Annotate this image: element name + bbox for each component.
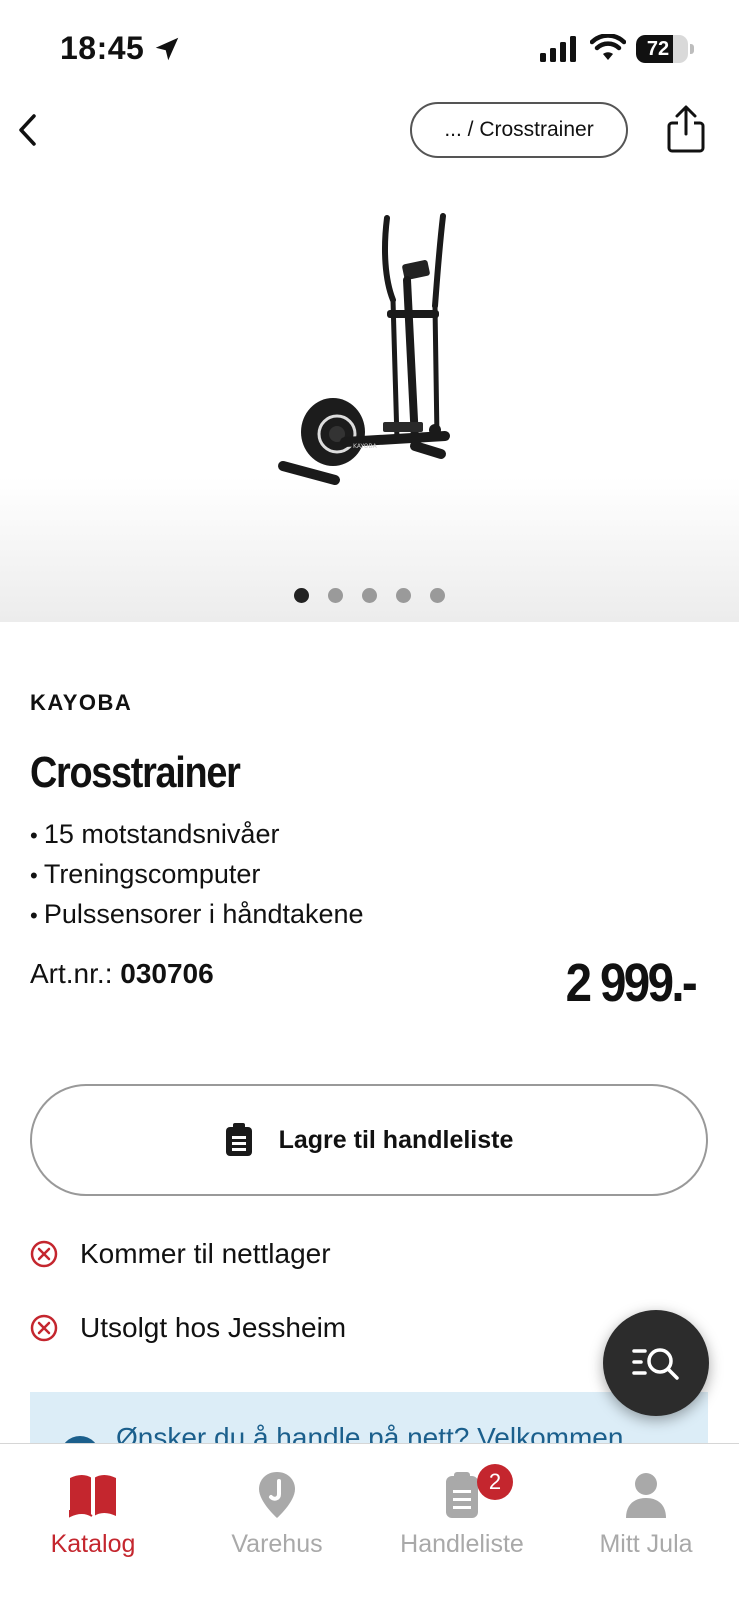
availability-store-text: Utsolgt hos Jessheim — [80, 1312, 347, 1343]
share-button[interactable] — [664, 104, 708, 154]
product-image: KAYOBA — [278, 213, 450, 485]
product-price: 2 999.- — [565, 953, 698, 1013]
svg-text:KAYOBA: KAYOBA — [353, 443, 378, 450]
gallery-pagination-dots[interactable] — [0, 588, 739, 603]
x-circle-icon — [30, 1314, 58, 1342]
product-title: Crosstrainer — [30, 748, 241, 797]
cellular-signal-icon — [540, 36, 576, 62]
search-menu-fab[interactable] — [603, 1310, 709, 1416]
gallery-dot[interactable] — [328, 588, 343, 603]
article-number: Art.nr.: 030706 — [30, 958, 214, 990]
tab-katalog[interactable]: Katalog — [3, 1470, 183, 1559]
location-arrow-icon — [155, 37, 179, 61]
availability-online-text: Kommer til nettlager — [80, 1238, 331, 1269]
chevron-left-icon — [19, 114, 36, 146]
tab-handleliste[interactable]: 2 Handleliste — [372, 1464, 552, 1559]
x-circle-icon — [30, 1240, 58, 1268]
gallery-dot[interactable] — [396, 588, 411, 603]
clipboard-icon — [225, 1123, 252, 1156]
availability-store: Utsolgt hos Jessheim — [30, 1312, 346, 1344]
article-number-label: Art.nr.: — [30, 958, 113, 989]
feature-item: Pulssensorer i håndtakene — [30, 895, 364, 935]
article-number-value: 030706 — [120, 958, 214, 989]
status-bar: 18:45 72 — [0, 0, 739, 100]
product-features: 15 motstandsnivåer Treningscomputer Puls… — [30, 815, 364, 935]
save-to-list-label: Lagre til handleliste — [278, 1125, 514, 1154]
tab-label: Varehus — [231, 1530, 323, 1558]
gallery-dot[interactable] — [294, 588, 309, 603]
location-pin-icon — [259, 1472, 295, 1518]
availability-online: Kommer til nettlager — [30, 1238, 331, 1270]
back-button[interactable] — [8, 108, 48, 152]
gallery-dot[interactable] — [362, 588, 377, 603]
product-image-gallery[interactable]: KAYOBA — [0, 170, 739, 622]
book-icon — [69, 1475, 116, 1518]
save-to-list-button[interactable]: Lagre til handleliste — [30, 1084, 708, 1196]
share-icon — [667, 105, 705, 153]
tab-label: Mitt Jula — [599, 1530, 693, 1558]
handleliste-badge: 2 — [477, 1464, 513, 1500]
feature-item: 15 motstandsnivåer — [30, 815, 364, 855]
breadcrumb[interactable]: ... / Crosstrainer — [410, 102, 628, 158]
tab-mitt-jula[interactable]: Mitt Jula — [556, 1470, 736, 1559]
tab-varehus[interactable]: Varehus — [187, 1470, 367, 1559]
tab-label: Handleliste — [400, 1530, 524, 1558]
feature-item: Treningscomputer — [30, 855, 364, 895]
bottom-tab-bar: Katalog Varehus 2 Handleliste Mitt Jula — [0, 1443, 739, 1600]
brand-logo: KAYOBA — [30, 690, 133, 715]
tab-label: Katalog — [50, 1530, 136, 1558]
search-list-icon — [632, 1348, 679, 1380]
gallery-dot[interactable] — [430, 588, 445, 603]
battery-percentage: 72 — [646, 38, 670, 60]
status-time: 18:45 — [60, 30, 145, 66]
wifi-icon — [590, 34, 626, 60]
person-icon — [626, 1473, 666, 1518]
battery-indicator: 72 — [636, 35, 694, 63]
